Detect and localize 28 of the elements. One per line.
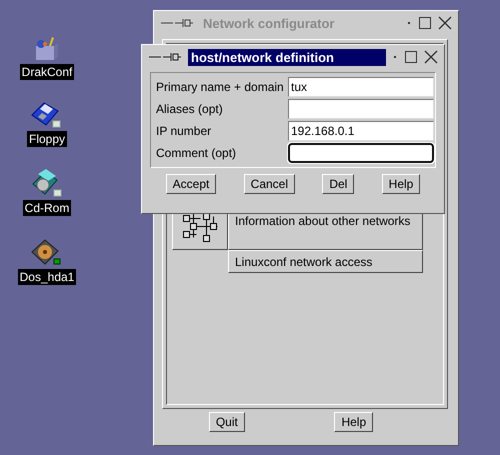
input-field[interactable]	[288, 143, 434, 163]
field-label: Comment (opt)	[156, 145, 238, 162]
input-field[interactable]: 192.168.0.1	[288, 121, 434, 141]
desktop-icon-label[interactable]: Floppy	[26, 131, 68, 147]
dialog-button[interactable]: Help	[334, 412, 374, 432]
dialog-button[interactable]: Del	[322, 174, 354, 194]
menu-item[interactable]: Linuxconf network access	[228, 250, 423, 273]
cd-drive-icon[interactable]	[30, 168, 64, 198]
window-menu-icon[interactable]	[160, 17, 194, 29]
close-icon[interactable]	[438, 16, 452, 30]
desktop-icon-label[interactable]: DrakConf	[20, 64, 74, 80]
field-label: IP number	[156, 123, 212, 140]
maximize-icon[interactable]	[404, 50, 418, 64]
dialog-button[interactable]: Help	[382, 174, 420, 194]
dialog-button[interactable]: Quit	[208, 412, 245, 432]
maximize-icon[interactable]	[418, 16, 432, 30]
input-field[interactable]: tux	[288, 77, 434, 97]
dialog-button[interactable]: Cancel	[244, 174, 296, 194]
window-menu-icon[interactable]	[148, 51, 182, 63]
close-icon[interactable]	[424, 50, 438, 64]
input-field[interactable]	[288, 99, 434, 119]
desktop-icon-label[interactable]: Dos_hda1	[18, 269, 76, 285]
window-title: host/network definition	[188, 48, 386, 66]
dialog-button[interactable]: Accept	[166, 174, 216, 194]
field-label: Primary name + domain	[156, 79, 285, 96]
desktop-icon-label[interactable]: Cd-Rom	[22, 200, 72, 216]
field-label: Aliases (opt)	[156, 101, 224, 118]
window-title: Network configurator	[202, 14, 336, 32]
